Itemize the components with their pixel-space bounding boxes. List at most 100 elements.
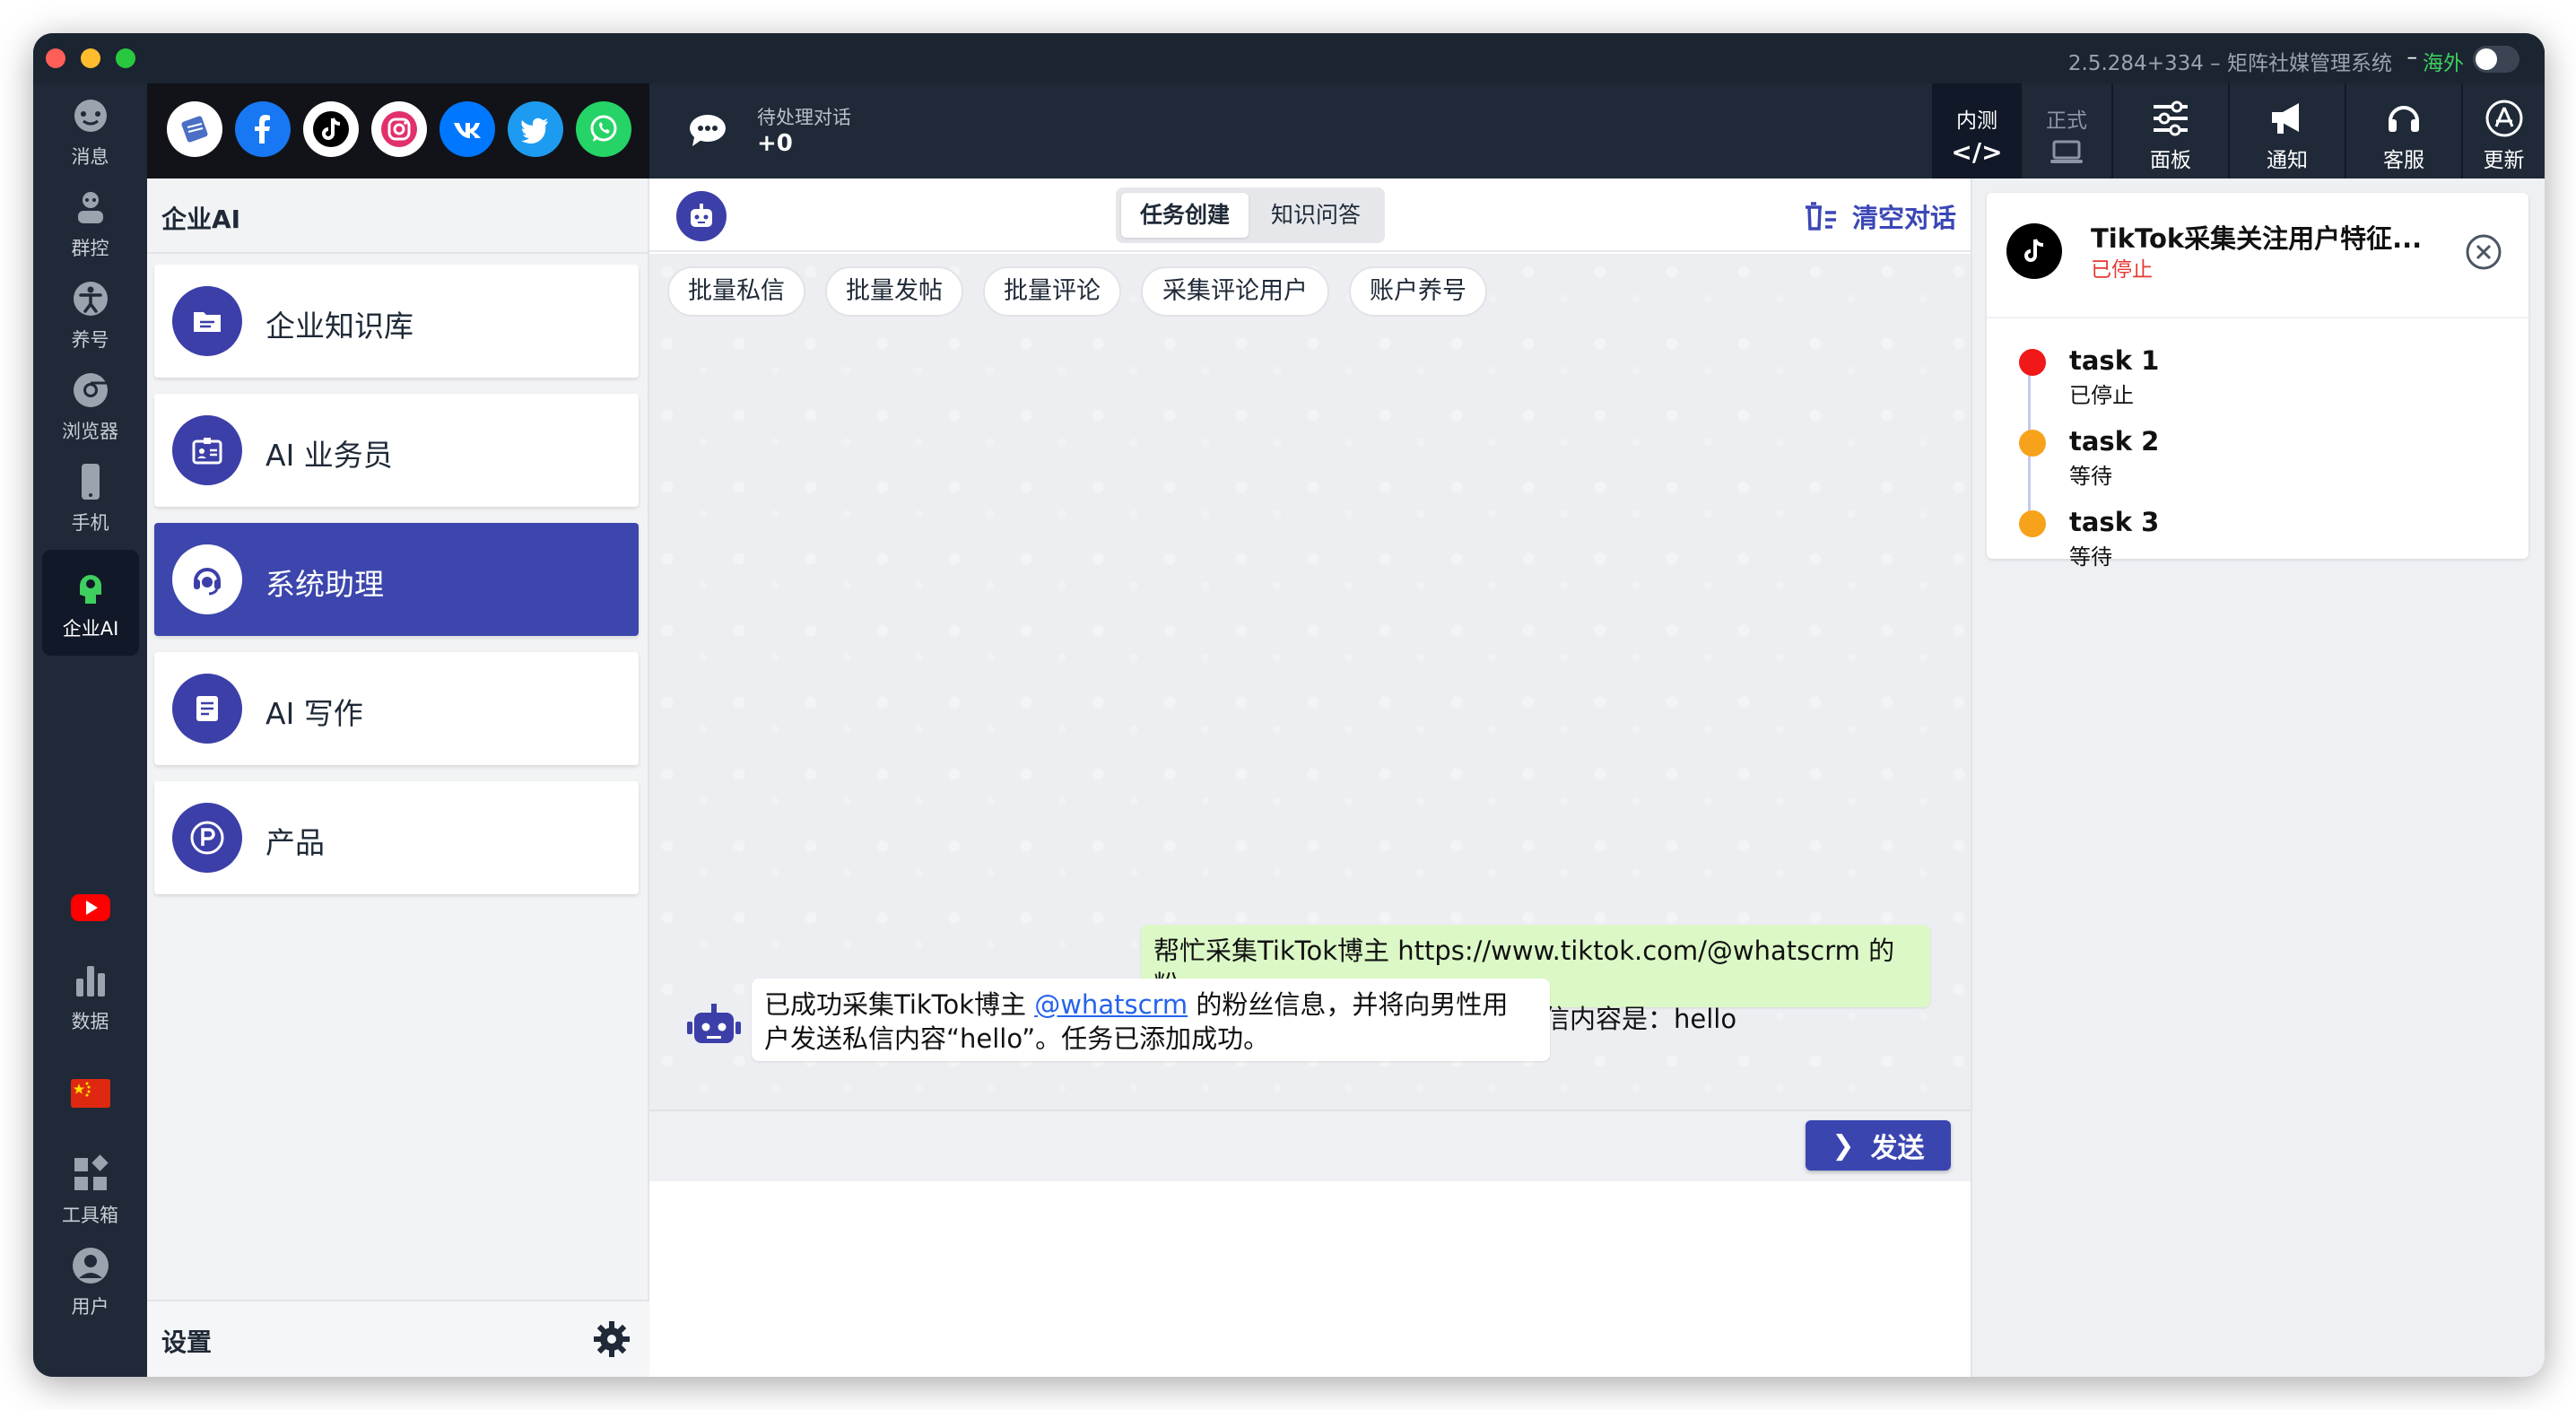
status-dot — [2019, 430, 2046, 457]
chrome-icon — [73, 373, 108, 407]
category-name: 企业知识库 — [265, 309, 413, 344]
close-icon[interactable] — [2464, 232, 2503, 272]
rail-item-youtube[interactable] — [33, 875, 147, 946]
category-panel: 企业AI 企业知识库 AI 业务员 系统助理 AI 写作 产品 设置 — [147, 178, 649, 1377]
rail-item-browser[interactable]: 浏览器 — [33, 358, 147, 448]
env-beta-label: 内测 — [1956, 109, 1997, 133]
task-step-status: 已停止 — [2069, 383, 2134, 408]
rail-label: 工具箱 — [62, 1205, 118, 1226]
folder-icon — [172, 286, 242, 356]
support-label: 客服 — [2383, 149, 2424, 172]
rail-label: 养号 — [71, 329, 109, 351]
rail-item-account-nurture[interactable]: 养号 — [33, 266, 147, 356]
env-production-button[interactable]: 正式 — [2022, 83, 2111, 178]
rail-item-group-control[interactable]: 群控 — [33, 175, 147, 265]
phone-icon — [81, 464, 100, 500]
minimize-window-button[interactable] — [81, 48, 100, 68]
chat-mode-tabs: 任务创建 知识问答 — [1116, 187, 1385, 243]
maximize-window-button[interactable] — [116, 48, 135, 68]
chip-bulk-dm[interactable]: 批量私信 — [667, 266, 805, 317]
category-name: AI 写作 — [265, 696, 363, 731]
whatsapp-icon[interactable] — [576, 101, 631, 157]
category-products[interactable]: 产品 — [154, 781, 639, 894]
tab-task-create[interactable]: 任务创建 — [1121, 193, 1249, 238]
pending-count: +0 — [757, 130, 793, 157]
rail-label: 用户 — [71, 1296, 109, 1318]
facebook-icon[interactable] — [235, 101, 291, 157]
rail-item-toolbox[interactable]: 工具箱 — [33, 1142, 147, 1232]
task-step-name: task 1 — [2069, 345, 2160, 376]
message-input[interactable] — [649, 1181, 1971, 1377]
settings-bar[interactable]: 设置 — [147, 1300, 649, 1377]
category-knowledge-base[interactable]: 企业知识库 — [154, 265, 639, 378]
main-area: 待处理对话 +0 内测 </> 正式 面板 通知 客服 更新 企业AI 企业知识… — [147, 83, 2545, 1377]
chip-collect-commenters[interactable]: 采集评论用户 — [1141, 266, 1329, 317]
task-panel: TikTok采集关注用户特征... 已停止 task 1 已停止 task 2 … — [1971, 178, 2545, 1377]
task-card: TikTok采集关注用户特征... 已停止 task 1 已停止 task 2 … — [1987, 193, 2528, 570]
bot-message-line2: 户发送私信内容“hello”。任务已添加成功。 — [764, 1023, 1270, 1054]
instagram-icon[interactable] — [371, 101, 427, 157]
rail-item-language[interactable] — [33, 1061, 147, 1133]
left-rail: 消息 群控 养号 浏览器 手机 企业AI 数据 工具箱 用户 — [33, 83, 147, 1377]
notify-label: 通知 — [2267, 149, 2308, 172]
region-label: 海外 — [2423, 52, 2464, 75]
rail-item-messages[interactable]: 消息 — [33, 83, 147, 173]
rail-label: 手机 — [71, 512, 109, 534]
rail-label: 群控 — [71, 238, 109, 259]
twitter-icon[interactable] — [508, 101, 563, 157]
pending-conversations[interactable]: 待处理对话 +0 — [685, 94, 954, 166]
rail-label: 浏览器 — [62, 421, 118, 442]
divider — [147, 252, 649, 254]
task-step: task 2 等待 — [2008, 426, 2457, 498]
tab-knowledge-qa[interactable]: 知识问答 — [1252, 193, 1379, 238]
app-store-icon — [2485, 100, 2522, 137]
category-ai-salesperson[interactable]: AI 业务员 — [154, 394, 639, 507]
env-beta-button[interactable]: 内测 </> — [1932, 83, 2022, 178]
message-list: 批量私信 批量发帖 批量评论 采集评论用户 账户养号 帮忙采集TikTok博主 … — [649, 254, 1971, 1110]
chip-bulk-comment[interactable]: 批量评论 — [983, 266, 1121, 317]
chevron-right-icon: ❯ — [1832, 1129, 1855, 1162]
user-icon — [72, 1248, 109, 1284]
environment-switch: 内测 </> 正式 — [1932, 83, 2111, 178]
support-button[interactable]: 客服 — [2345, 83, 2461, 178]
p-circle-icon — [172, 803, 242, 873]
ai-head-icon — [80, 575, 101, 604]
close-window-button[interactable] — [46, 48, 65, 68]
chip-account-nurture[interactable]: 账户养号 — [1349, 266, 1487, 317]
task-step: task 1 已停止 — [2008, 345, 2457, 417]
category-name: AI 业务员 — [265, 438, 393, 473]
laptop-icon — [2050, 140, 2083, 163]
wpforms-icon[interactable] — [167, 101, 222, 157]
clear-conversation-button[interactable]: 清空对话 — [1802, 196, 1956, 236]
pending-label: 待处理对话 — [757, 107, 851, 128]
region-toggle[interactable] — [2473, 46, 2519, 73]
rail-item-phone[interactable]: 手机 — [33, 449, 147, 539]
china-flag-icon — [70, 1079, 110, 1108]
rail-item-enterprise-ai[interactable]: 企业AI — [42, 550, 139, 656]
bar-chart-icon — [75, 966, 105, 997]
panel-button[interactable]: 面板 — [2111, 83, 2228, 178]
chat-toolbar: 任务创建 知识问答 清空对话 — [649, 178, 1971, 252]
vk-icon[interactable] — [439, 101, 495, 157]
notify-button[interactable]: 通知 — [2228, 83, 2345, 178]
whatscrm-link[interactable]: @whatscrm — [1034, 989, 1188, 1020]
toolbox-icon — [74, 1154, 109, 1190]
rail-item-user[interactable]: 用户 — [33, 1233, 147, 1323]
category-ai-writing[interactable]: AI 写作 — [154, 652, 639, 765]
env-production-label: 正式 — [2046, 109, 2087, 133]
rail-item-data[interactable]: 数据 — [33, 948, 147, 1038]
category-name: 系统助理 — [265, 567, 384, 602]
settings-label: 设置 — [161, 1327, 213, 1357]
chip-bulk-post[interactable]: 批量发帖 — [825, 266, 963, 317]
send-button[interactable]: ❯ 发送 — [1806, 1120, 1951, 1171]
bot-message-post: 的粉丝信息，并将向男性用 — [1188, 989, 1509, 1020]
category-name: 产品 — [265, 825, 325, 860]
robot-icon — [687, 1004, 741, 1043]
social-platform-bar — [147, 83, 649, 178]
gear-icon[interactable] — [592, 1319, 631, 1359]
update-button[interactable]: 更新 — [2461, 83, 2545, 178]
headset-icon — [2389, 106, 2419, 132]
tiktok-icon[interactable] — [303, 101, 359, 157]
category-system-assistant[interactable]: 系统助理 — [154, 523, 639, 636]
send-label: 发送 — [1870, 1133, 1925, 1164]
